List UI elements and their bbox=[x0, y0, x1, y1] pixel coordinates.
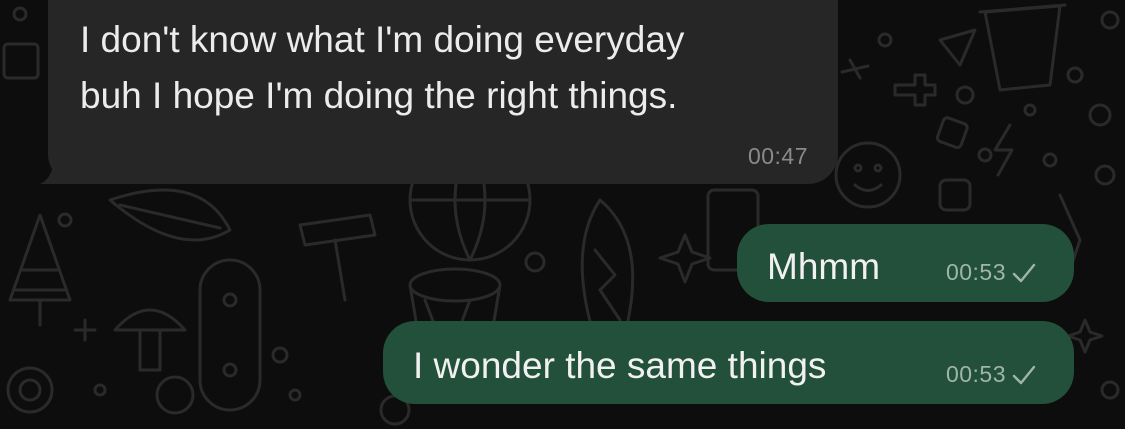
skateboard-doodle-icon bbox=[198, 258, 262, 412]
square-doodle-icon bbox=[2, 6, 40, 80]
tree-doodle-icon bbox=[8, 213, 72, 327]
flower-pot-doodle-icon bbox=[978, 3, 1067, 92]
message-timestamp: 00:53 bbox=[945, 259, 1006, 285]
bubble-tail-icon bbox=[40, 150, 76, 184]
paper-plane-doodle-icon bbox=[938, 28, 977, 67]
round-flower-doodle-icon bbox=[6, 366, 54, 414]
star-doodle-icon bbox=[840, 58, 870, 80]
lightning-doodle-icon bbox=[993, 123, 1014, 177]
plus-cross-doodle-icon bbox=[893, 73, 937, 107]
message-text: Mhmm bbox=[767, 246, 881, 287]
outgoing-message-bubble[interactable]: I wonder the same things 00:53 bbox=[383, 321, 1074, 404]
plus-doodle-icon bbox=[73, 318, 97, 342]
message-meta: 00:53 bbox=[946, 361, 1036, 388]
single-check-icon bbox=[1012, 365, 1036, 384]
single-check-icon bbox=[1012, 263, 1036, 282]
message-timestamp: 00:53 bbox=[945, 361, 1006, 387]
message-meta: 00:53 bbox=[946, 259, 1036, 286]
hammer-doodle-icon bbox=[298, 213, 377, 302]
message-timestamp: 00:47 bbox=[747, 143, 808, 169]
leaf-doodle-icon bbox=[108, 188, 232, 242]
outgoing-message-bubble[interactable]: Mhmm 00:53 bbox=[737, 224, 1074, 302]
smiley-doodle-icon bbox=[834, 141, 902, 209]
message-text: I wonder the same things bbox=[413, 345, 827, 386]
mushroom-doodle-icon bbox=[113, 308, 187, 372]
incoming-message-bubble[interactable]: I don't know what I'm doing everyday buh… bbox=[40, 0, 838, 184]
dot-doodle-icon bbox=[57, 212, 73, 228]
message-text: I don't know what I'm doing everyday buh… bbox=[80, 19, 685, 116]
